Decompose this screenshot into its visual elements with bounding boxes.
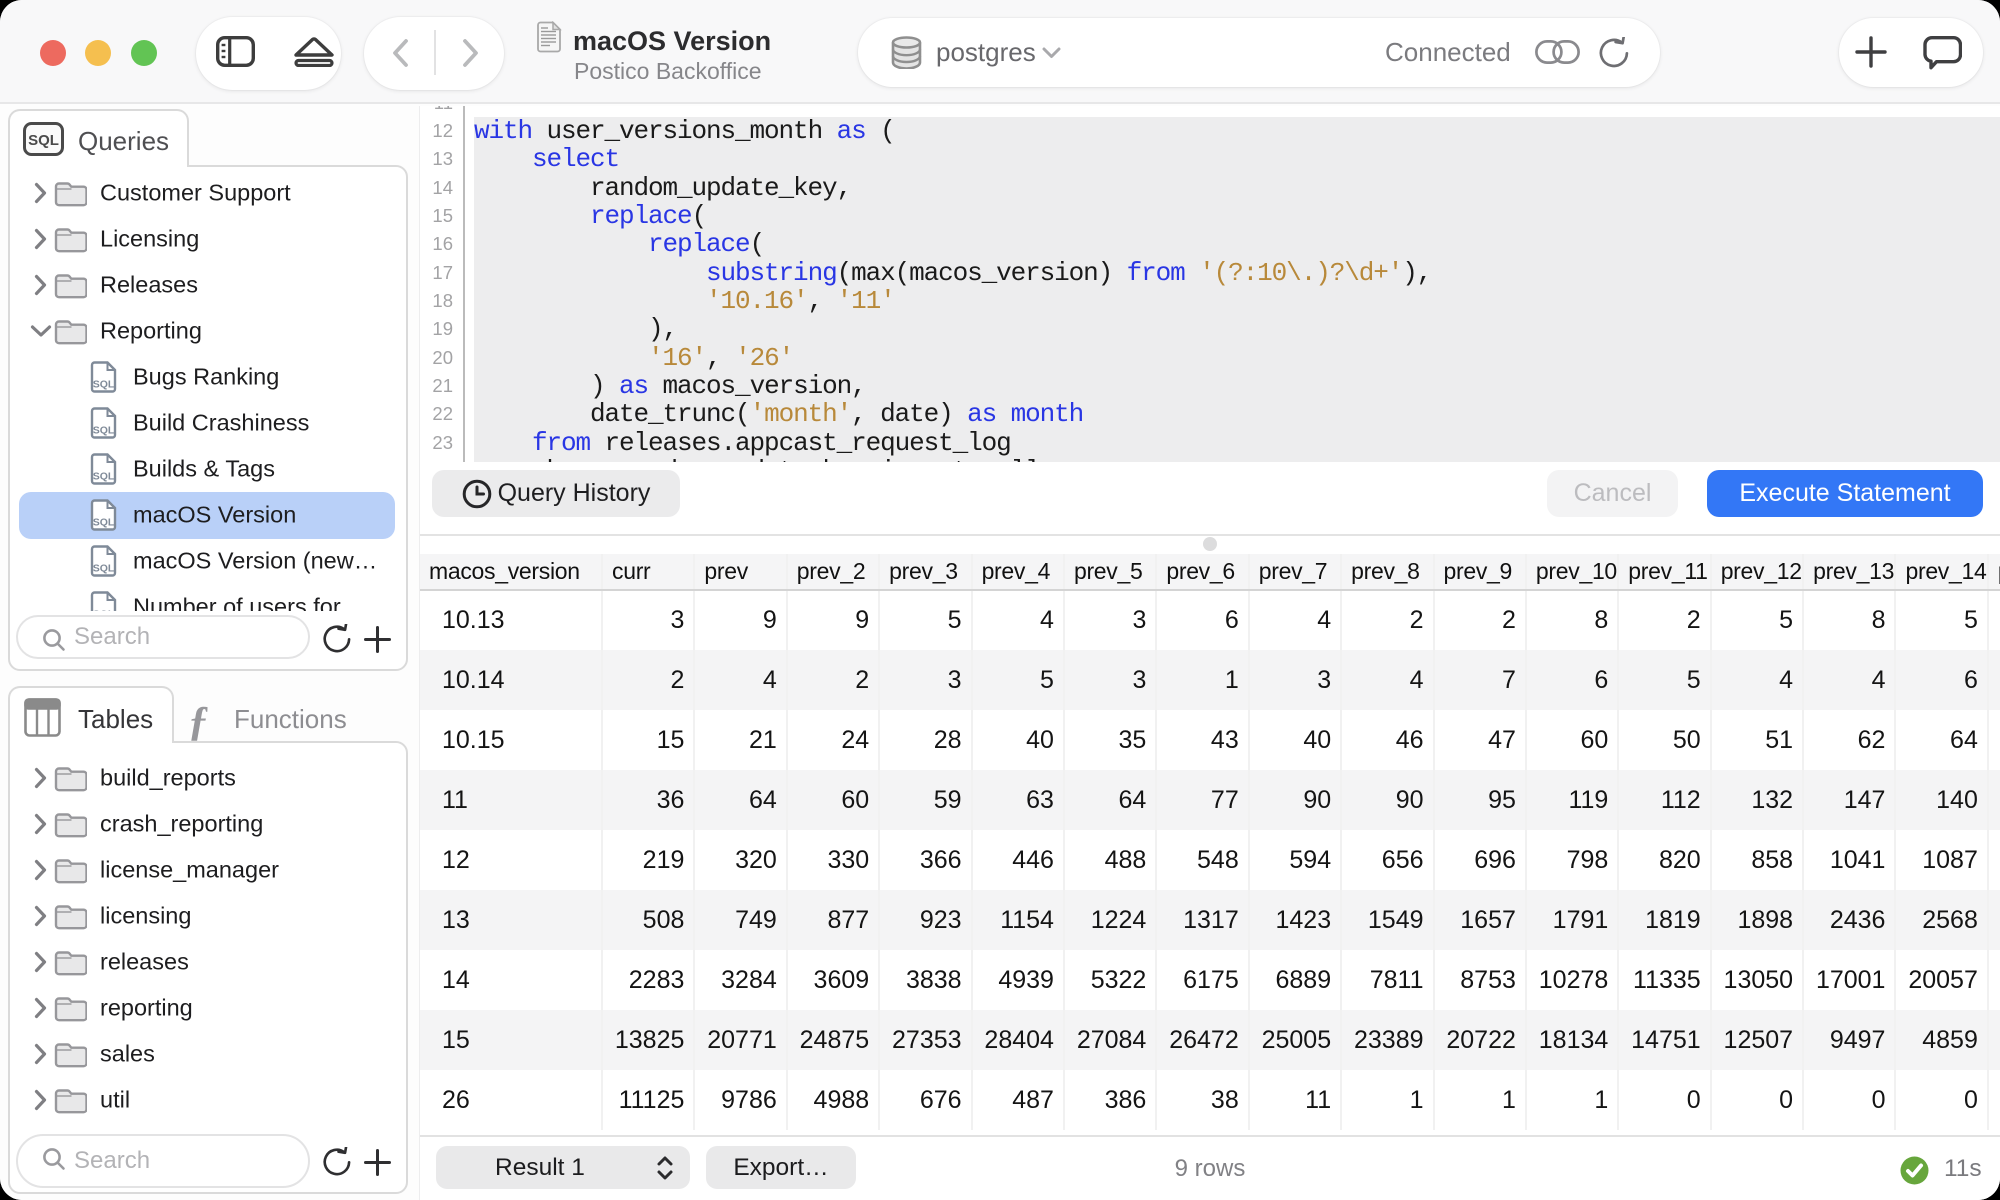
svg-text:SQL: SQL — [28, 132, 59, 149]
